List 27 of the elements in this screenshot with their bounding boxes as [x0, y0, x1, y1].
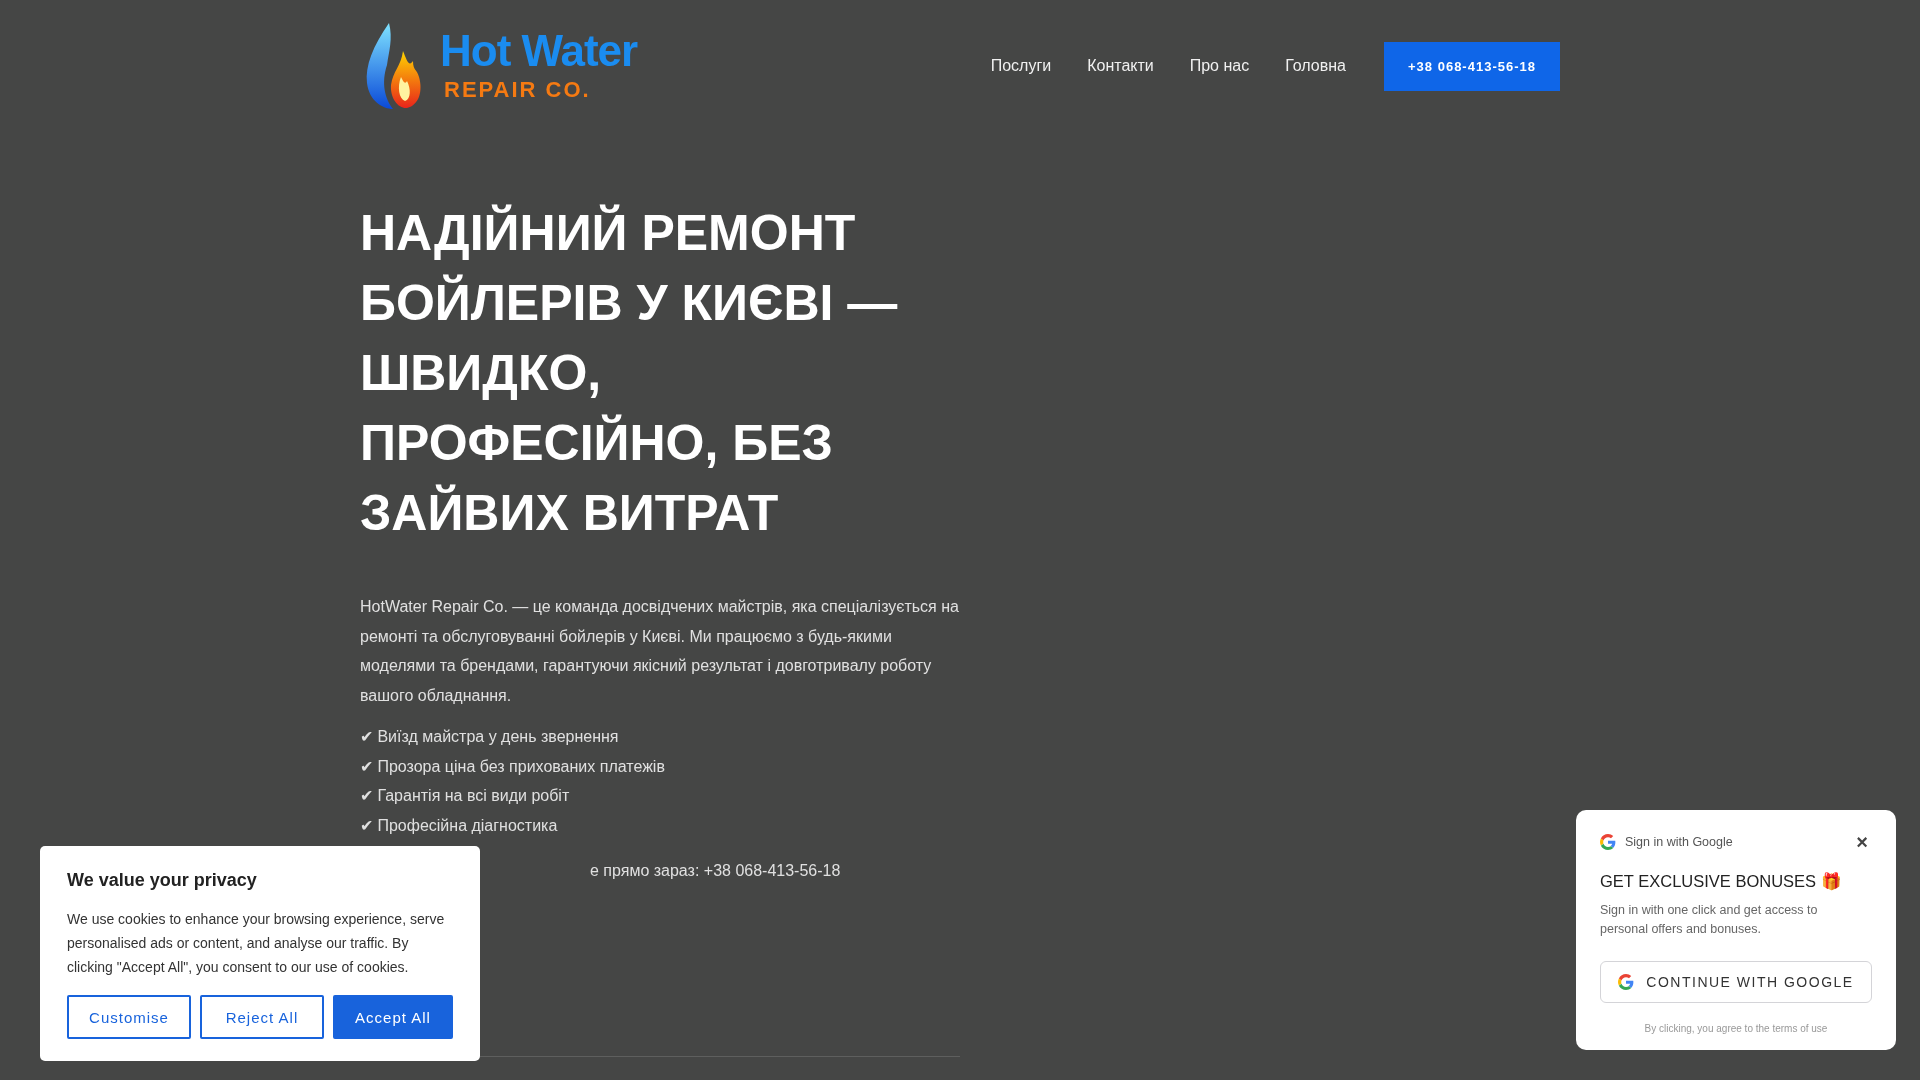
- popup-title: GET EXCLUSIVE BONUSES 🎁: [1600, 872, 1843, 891]
- cookie-title: We value your privacy: [67, 870, 258, 891]
- terms-note: By clicking, you agree to the terms of use: [1643, 1023, 1829, 1034]
- cookie-button[interactable]: Reject All: [199, 995, 324, 1039]
- nav-link[interactable]: Контакти: [1087, 57, 1154, 75]
- call-text: е прямо зараз: +38 068-413-56-18: [589, 861, 842, 881]
- feature-item: ✔ Гарантія на всі види робіт: [360, 786, 571, 806]
- google-icon: [1600, 834, 1616, 850]
- hero-title: НАДІЙНИЙ РЕМОНТ БОЙЛЕРІВ У КИЄВІ — ШВИДКО, ПРОФЕСІЙНО, БЕЗ ЗАЙВИХ ВИТРАТ: [360, 203, 899, 543]
- feature-item: ✔ Професійна діагностика: [360, 815, 559, 836]
- logo-title: Hot Water: [440, 29, 638, 73]
- google-icon: [1618, 974, 1635, 990]
- nav-link[interactable]: Послуги: [990, 57, 1052, 75]
- nav-link[interactable]: Головна: [1285, 57, 1346, 75]
- cookie-button[interactable]: Accept All: [332, 995, 453, 1039]
- continue-with-google-button[interactable]: CONTINUE WITH GOOGLE: [1600, 961, 1872, 1003]
- intro-paragraph: HotWater Repair Co. — це команда досвідчених майстрів, яка спеціалізується на ремонті та обслуговуванні бойлерів у Києві. Ми працюємо з будь-якими моделями та брендами, гарантуючи якісний результат і довготривалу роботу вашого обладнання.: [360, 597, 960, 706]
- close-button[interactable]: ×: [1852, 832, 1872, 852]
- cookie-text: We use cookies to enhance your browsing experience, serve personalised ads or content, and analyse our traffic. By clicking "Accept All", you consent to our use of cookies.: [67, 910, 446, 977]
- feature-item: ✔ Виїзд майстра у день звернення: [360, 727, 620, 747]
- phone-button[interactable]: +38 068-413-56-18: [1384, 41, 1560, 91]
- logo-subtitle: REPAIR CO.: [444, 77, 591, 103]
- nav-link[interactable]: Про нас: [1189, 57, 1250, 75]
- popup-text: Sign in with one click and get access to personal offers and bonuses.: [1600, 902, 1819, 938]
- cookie-button[interactable]: Customise: [67, 995, 191, 1039]
- popup-header: Sign in with Google: [1625, 835, 1733, 849]
- feature-item: ✔ Прозора ціна без прихованих платежів: [360, 756, 666, 777]
